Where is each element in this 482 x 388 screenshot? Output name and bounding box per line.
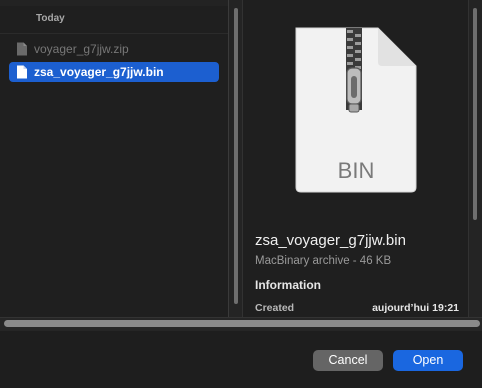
horizontal-scroll-thumb[interactable] [4, 320, 480, 327]
file-item-zip[interactable]: voyager_g7jjw.zip [9, 39, 219, 59]
preview-scroll-thumb[interactable] [473, 8, 477, 220]
open-file-dialog: Today voyager_g7jjw.zip zsa_voyager_g7jj… [0, 0, 482, 388]
zip-document-icon: BIN [292, 24, 420, 199]
preview-file-name: zsa_voyager_g7jjw.bin [255, 232, 406, 249]
created-value: aujourd’hui 19:21 [372, 302, 459, 314]
column-top-strip [0, 0, 228, 6]
icon-label: BIN [338, 158, 375, 183]
section-header-today: Today [36, 13, 65, 24]
created-label: Created [255, 302, 295, 314]
document-icon [16, 42, 28, 56]
document-icon [16, 65, 28, 79]
column-scroll-thumb[interactable] [234, 8, 238, 304]
file-item-bin[interactable]: zsa_voyager_g7jjw.bin [9, 62, 219, 82]
preview-kind-size: MacBinary archive - 46 KB [255, 255, 392, 267]
file-name: zsa_voyager_g7jjw.bin [34, 65, 164, 79]
file-browser: Today voyager_g7jjw.zip zsa_voyager_g7jj… [0, 0, 482, 317]
cancel-button[interactable]: Cancel [313, 350, 383, 371]
preview-pane: BIN zsa_voyager_g7jjw.bin MacBinary arch… [243, 0, 468, 317]
file-list-column: Today voyager_g7jjw.zip zsa_voyager_g7jj… [0, 0, 228, 317]
information-heading: Information [255, 278, 321, 292]
file-name: voyager_g7jjw.zip [34, 42, 129, 56]
section-divider [0, 33, 228, 34]
open-button[interactable]: Open [393, 350, 463, 371]
scrollbar-edge [468, 0, 469, 317]
